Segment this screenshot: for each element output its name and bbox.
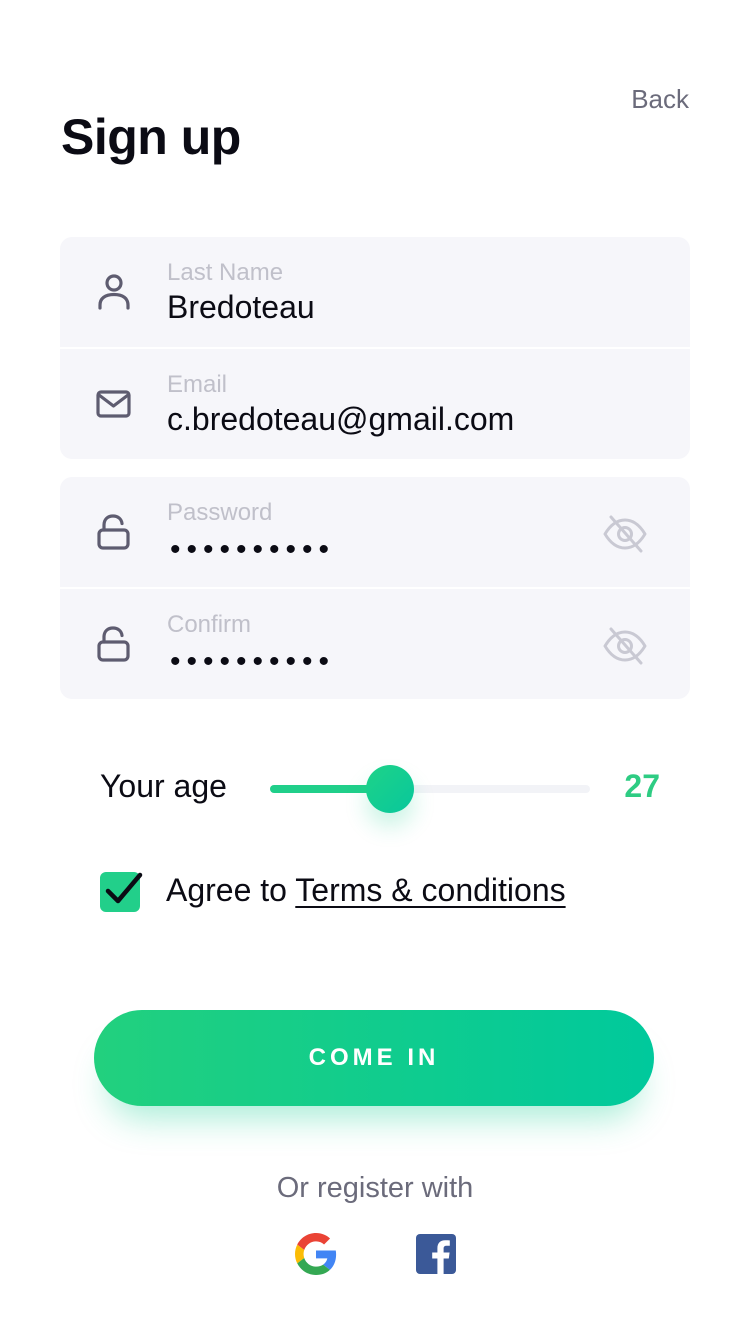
confirm-password-field[interactable]: Confirm •••••••••• bbox=[60, 587, 690, 699]
eye-off-icon[interactable] bbox=[602, 513, 648, 555]
password-label: Password bbox=[167, 499, 273, 526]
google-icon[interactable] bbox=[295, 1233, 337, 1275]
lock-icon bbox=[94, 510, 134, 554]
age-slider[interactable] bbox=[270, 764, 590, 814]
confirm-password-input[interactable]: •••••••••• bbox=[170, 645, 335, 679]
password-fields-group: Password •••••••••• Confirm •••••••••• bbox=[60, 477, 690, 699]
age-slider-thumb[interactable] bbox=[366, 765, 414, 813]
last-name-input[interactable]: Bredoteau bbox=[167, 289, 315, 326]
identity-fields-group: Last Name Bredoteau Email c.bredoteau@gm… bbox=[60, 237, 690, 459]
email-field[interactable]: Email c.bredoteau@gmail.com bbox=[60, 347, 690, 459]
age-value: 27 bbox=[624, 768, 660, 804]
come-in-button[interactable]: COME IN bbox=[94, 1010, 654, 1106]
age-label: Your age bbox=[100, 768, 227, 804]
email-input[interactable]: c.bredoteau@gmail.com bbox=[167, 401, 514, 438]
lock-icon bbox=[94, 622, 134, 666]
checkmark-icon bbox=[105, 872, 143, 904]
email-label: Email bbox=[167, 371, 228, 398]
back-link[interactable]: Back bbox=[631, 84, 689, 115]
page-title: Sign up bbox=[61, 109, 241, 165]
user-icon bbox=[94, 270, 134, 314]
last-name-field[interactable]: Last Name Bredoteau bbox=[60, 237, 690, 347]
mail-icon bbox=[94, 382, 134, 426]
password-input[interactable]: •••••••••• bbox=[170, 533, 335, 567]
last-name-label: Last Name bbox=[167, 259, 284, 286]
facebook-icon[interactable] bbox=[416, 1234, 456, 1274]
register-with-label: Or register with bbox=[276, 1172, 474, 1204]
terms-text: Agree to Terms & conditions bbox=[166, 872, 566, 909]
terms-link[interactable]: Terms & conditions bbox=[295, 872, 565, 908]
terms-prefix: Agree to bbox=[166, 872, 296, 908]
eye-off-icon[interactable] bbox=[602, 625, 648, 667]
terms-checkbox[interactable] bbox=[100, 872, 143, 912]
password-field[interactable]: Password •••••••••• bbox=[60, 477, 690, 587]
confirm-label: Confirm bbox=[167, 611, 252, 638]
